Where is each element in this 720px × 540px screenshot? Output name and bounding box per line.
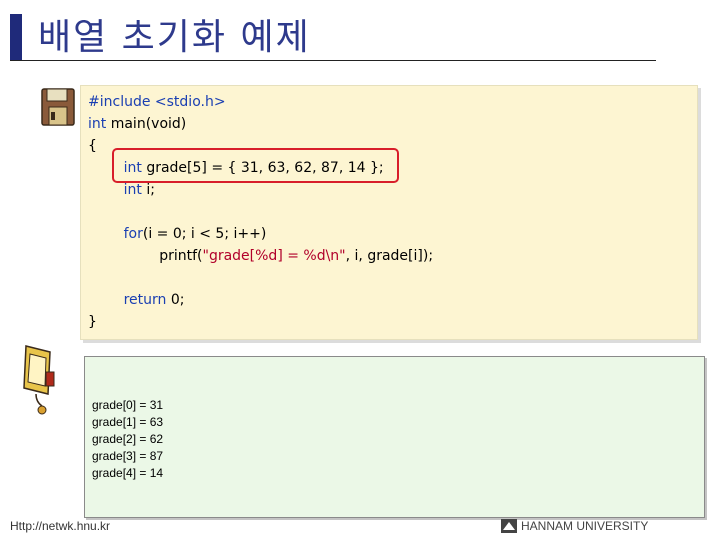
output-line: grade[1] = 63 <box>92 415 164 429</box>
code-keyword: #include <stdio.h> <box>88 94 226 110</box>
code-text: i; <box>141 182 155 198</box>
code-text: } <box>88 314 97 330</box>
code-string: "grade[%d] = %d\n" <box>202 248 346 264</box>
code-panel: #include <stdio.h> int main(void){ int gr… <box>80 85 698 340</box>
code-line: return 0; <box>88 289 433 311</box>
title-divider <box>10 60 656 61</box>
output-line: grade[4] = 14 <box>92 466 164 480</box>
code-keyword: for <box>123 226 143 242</box>
title-accent-bar <box>10 14 22 60</box>
monitor-icon <box>23 345 55 415</box>
code-text: , i, grade[i]); <box>345 248 434 264</box>
code-keyword: int <box>123 182 142 198</box>
floppy-disk-icon <box>41 88 75 126</box>
highlight-box <box>112 148 399 183</box>
code-text: 0; <box>166 292 185 308</box>
code-keyword: return <box>123 292 167 308</box>
output-line: grade[0] = 31 <box>92 398 164 412</box>
university-logo-icon <box>501 519 517 533</box>
footer-university: HANNAM UNIVERSITY <box>500 518 648 534</box>
slide-title: 배열 초기화 예제 <box>38 17 311 58</box>
code-line: for(i = 0; i < 5; i++) <box>88 223 433 245</box>
code-text: main(void) <box>106 116 187 132</box>
code-text: { <box>88 138 97 154</box>
footer-url: Http://netwk.hnu.kr <box>10 519 111 533</box>
footer-university-label: HANNAM UNIVERSITY <box>521 519 649 533</box>
program-output: grade[0] = 31 grade[1] = 63 grade[2] = 62 g… <box>92 397 163 482</box>
code-text: (i = 0; i < 5; i++) <box>142 226 267 242</box>
output-line: grade[2] = 62 <box>92 432 164 446</box>
code-block: #include <stdio.h> int main(void){ int gr… <box>88 91 433 333</box>
output-panel: grade[0] = 31 grade[1] = 63 grade[2] = 62 g… <box>84 356 705 518</box>
output-line: grade[3] = 87 <box>92 449 164 463</box>
code-keyword: int <box>88 116 107 132</box>
code-line: printf("grade[%d] = %d\n", i, grade[i]); <box>88 245 433 267</box>
code-text: printf( <box>88 248 203 264</box>
code-line: int main(void) <box>88 113 433 135</box>
code-line: #include <stdio.h> <box>88 91 433 113</box>
code-line: } <box>88 311 433 333</box>
